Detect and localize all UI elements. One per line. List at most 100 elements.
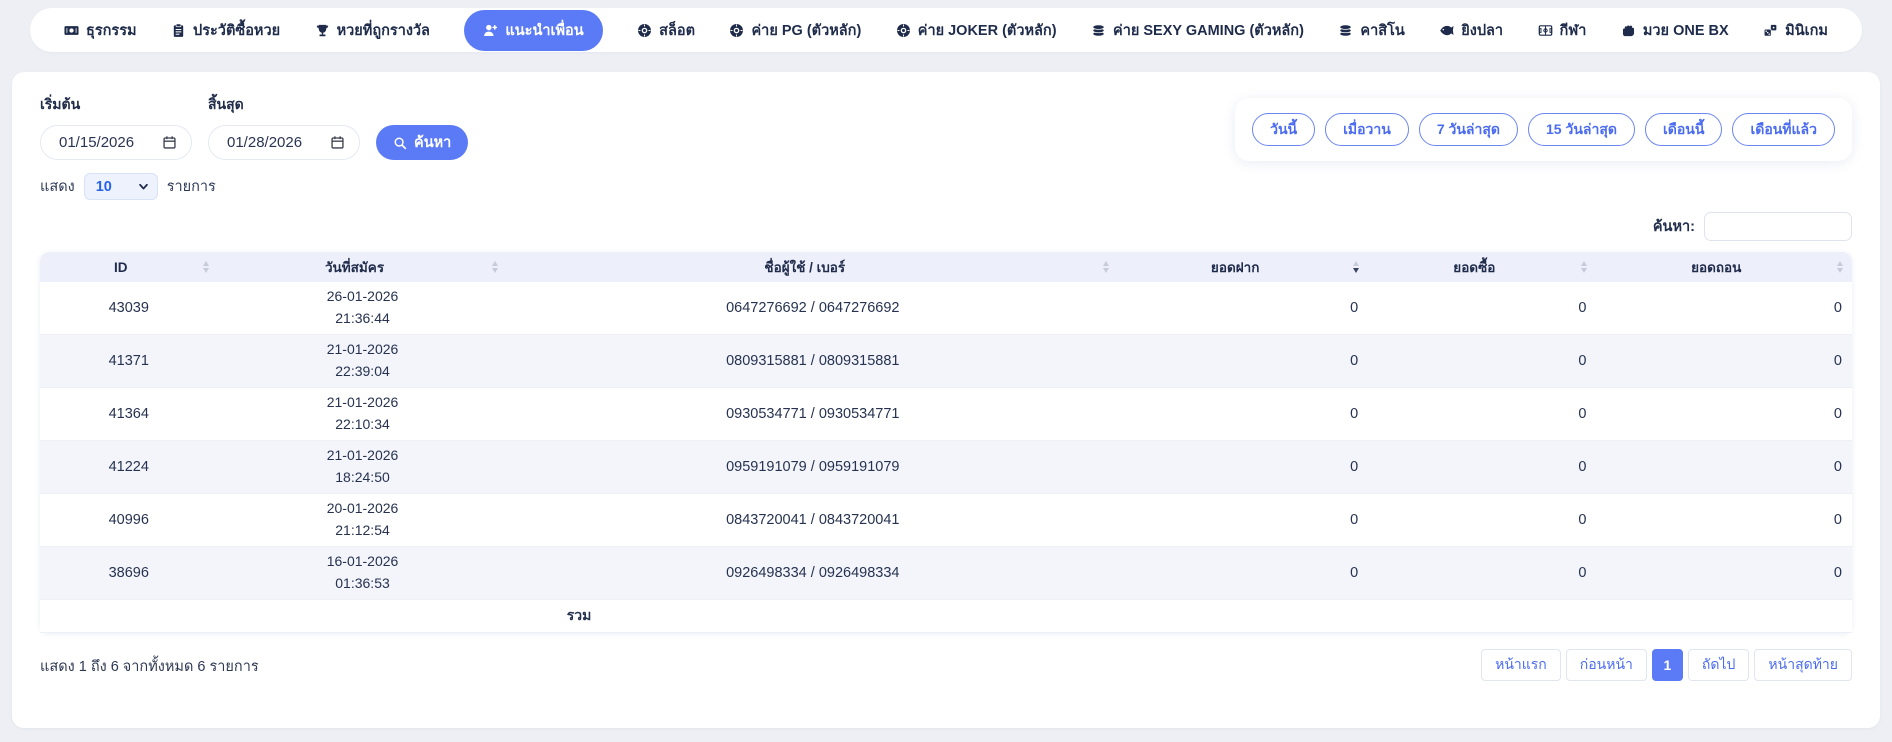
cell-withdraw: 0 <box>1596 282 1852 335</box>
nav-tab-slots[interactable]: สล็อต <box>637 19 695 42</box>
pagination: หน้าแรก ก่อนหน้า 1 ถัดไป หน้าสุดท้าย <box>1476 649 1852 681</box>
quick-range-last-15-days[interactable]: 15 วันล่าสุด <box>1528 113 1635 146</box>
fish-icon <box>1439 23 1454 38</box>
start-date-group: เริ่มต้น 01/15/2026 <box>40 94 192 160</box>
top-tab-bar: ธุรกรรม ประวัติซื้อหวย หวยที่ถูกรางวัล แนะน… <box>30 8 1862 52</box>
cell-withdraw: 0 <box>1596 335 1852 388</box>
chip-icon <box>637 23 652 38</box>
table-row: 41224 21-01-2026 18:24:50 0959191079 / 0959… <box>40 441 1852 494</box>
register-date: 21-01-2026 <box>326 394 399 411</box>
quick-range-today[interactable]: วันนี้ <box>1252 113 1316 146</box>
referral-table: ID วันที่สมัคร ชื่อผู้ใช้ / เบอร์ ยอดฝาก ยอด… <box>40 252 1852 633</box>
cell-username: 0926498334 / 0926498334 <box>507 547 1119 600</box>
quick-range-last-month[interactable]: เดือนที่แล้ว <box>1732 113 1835 146</box>
cell-id: 41224 <box>40 441 218 494</box>
nav-tab-label: ค่าย JOKER (ตัวหลัก) <box>917 22 1057 39</box>
nav-tab-label: สล็อต <box>659 22 696 39</box>
nav-tab-casino[interactable]: คาสิโน <box>1338 19 1405 42</box>
cell-register-date: 21-01-2026 22:39:04 <box>217 335 508 388</box>
pagination-first-button[interactable]: หน้าแรก <box>1481 649 1561 681</box>
cell-withdraw: 0 <box>1596 547 1852 600</box>
search-button[interactable]: ค้นหา <box>376 125 469 160</box>
quick-range-yesterday[interactable]: เมื่อวาน <box>1325 113 1409 146</box>
nav-tab-label: ค่าย SEXY GAMING (ตัวหลัก) <box>1113 22 1304 39</box>
column-header-buy[interactable]: ยอดซื้อ <box>1368 252 1597 282</box>
nav-tab-refer-friend[interactable]: แนะนำเพื่อน <box>464 9 603 51</box>
cell-register-date: 20-01-2026 21:12:54 <box>217 494 508 547</box>
sort-arrows-icon <box>1103 261 1110 273</box>
page-size-select[interactable]: 10 <box>83 173 158 200</box>
cell-buy: 0 <box>1368 547 1597 600</box>
end-date-value: 01/28/2026 <box>227 134 303 151</box>
register-date: 20-01-2026 <box>326 500 399 517</box>
nav-tab-label: แนะนำเพื่อน <box>505 22 584 39</box>
nav-tab-winning-lottery[interactable]: หวยที่ถูกรางวัล <box>315 19 430 42</box>
table-search-input[interactable] <box>1704 212 1852 241</box>
sort-down-icon <box>202 268 209 273</box>
table-search-row: ค้นหา: <box>40 212 1852 241</box>
chip-icon <box>896 23 911 38</box>
column-header-id[interactable]: ID <box>40 252 218 282</box>
table-search-label: ค้นหา: <box>1652 219 1695 235</box>
register-date: 16-01-2026 <box>326 553 399 570</box>
sort-down-icon <box>1581 268 1588 273</box>
pagination-last-button[interactable]: หน้าสุดท้าย <box>1754 649 1852 681</box>
cell-register-date: 21-01-2026 18:24:50 <box>217 441 508 494</box>
nav-tab-label: ค่าย PG (ตัวหลัก) <box>751 22 862 39</box>
pagination-prev-button[interactable]: ก่อนหน้า <box>1565 649 1647 681</box>
column-header-deposit[interactable]: ยอดฝาก <box>1118 252 1369 282</box>
nav-tab-sexy-gaming-camp[interactable]: ค่าย SEXY GAMING (ตัวหลัก) <box>1091 19 1304 42</box>
pagination-next-button[interactable]: ถัดไป <box>1687 649 1750 681</box>
total-label: รวม <box>40 600 1119 633</box>
chevron-down-icon <box>138 181 149 192</box>
quick-range-this-month[interactable]: เดือนนี้ <box>1645 113 1723 146</box>
calendar-icon[interactable] <box>330 135 345 150</box>
cell-register-date: 21-01-2026 22:10:34 <box>217 388 508 441</box>
cell-register-date: 16-01-2026 01:36:53 <box>217 547 508 600</box>
cell-buy: 0 <box>1368 388 1597 441</box>
cell-username: 0809315881 / 0809315881 <box>507 335 1119 388</box>
nav-tab-joker-camp[interactable]: ค่าย JOKER (ตัวหลัก) <box>896 19 1057 42</box>
nav-tab-pg-camp[interactable]: ค่าย PG (ตัวหลัก) <box>729 19 861 42</box>
search-icon <box>393 136 407 150</box>
sort-down-icon <box>1103 268 1110 273</box>
pagination-page-button[interactable]: 1 <box>1651 649 1683 681</box>
cell-withdraw: 0 <box>1596 494 1852 547</box>
cell-deposit: 0 <box>1118 282 1369 335</box>
nav-tab-label: ยิงปลา <box>1461 22 1504 39</box>
table-info: แสดง 1 ถึง 6 จากทั้งหมด 6 รายการ <box>40 659 259 675</box>
table-row: 38696 16-01-2026 01:36:53 0926498334 / 0926… <box>40 547 1852 600</box>
start-date-input[interactable]: 01/15/2026 <box>40 125 192 160</box>
calendar-icon[interactable] <box>162 135 177 150</box>
nav-tab-transactions[interactable]: ธุรกรรม <box>64 19 137 42</box>
column-header-date[interactable]: วันที่สมัคร <box>217 252 508 282</box>
cell-username: 0959191079 / 0959191079 <box>507 441 1119 494</box>
filter-row: เริ่มต้น 01/15/2026 สิ้นสุด 01/28/2026 ค… <box>40 94 1852 161</box>
nav-tab-sports[interactable]: กีฬา <box>1538 19 1586 42</box>
column-header-withdraw[interactable]: ยอดถอน <box>1596 252 1852 282</box>
nav-tab-label: คาสิโน <box>1360 22 1405 39</box>
cell-register-date: 26-01-2026 21:36:44 <box>217 282 508 335</box>
money-icon <box>64 23 79 38</box>
cell-buy: 0 <box>1368 282 1597 335</box>
cell-username: 0647276692 / 0647276692 <box>507 282 1119 335</box>
clipboard-icon <box>171 23 186 38</box>
sort-arrows-icon <box>492 261 499 273</box>
column-header-label: ยอดซื้อ <box>1453 260 1496 275</box>
column-header-label: ยอดฝาก <box>1210 260 1260 275</box>
dice-icon <box>1763 23 1778 38</box>
nav-tab-lottery-history[interactable]: ประวัติซื้อหวย <box>171 19 280 42</box>
sort-up-icon <box>1581 261 1588 266</box>
total-row: รวม <box>40 600 1852 633</box>
nav-tab-minigames[interactable]: มินิเกม <box>1763 19 1828 42</box>
cell-id: 38696 <box>40 547 218 600</box>
sort-up-icon <box>1103 261 1110 266</box>
nav-tab-fish-shooting[interactable]: ยิงปลา <box>1439 19 1503 42</box>
end-date-input[interactable]: 01/28/2026 <box>208 125 360 160</box>
column-header-user[interactable]: ชื่อผู้ใช้ / เบอร์ <box>507 252 1119 282</box>
start-date-label: เริ่มต้น <box>40 96 81 112</box>
nav-tab-label: มินิเกม <box>1785 22 1828 39</box>
nav-tab-boxing[interactable]: มวย ONE BX <box>1621 19 1729 42</box>
quick-range-last-7-days[interactable]: 7 วันล่าสุด <box>1418 113 1519 146</box>
page-size-value: 10 <box>95 178 112 195</box>
